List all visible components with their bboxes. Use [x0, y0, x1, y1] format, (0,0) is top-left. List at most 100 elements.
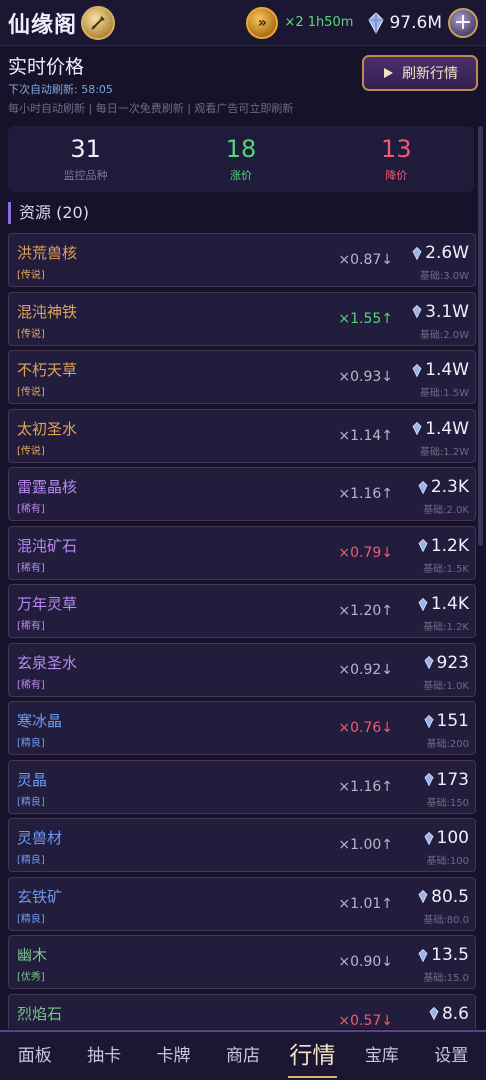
item-tier: [传说] — [17, 270, 45, 281]
refresh-market-label: 刷新行情 — [402, 66, 458, 82]
list-item[interactable]: 玄泉圣水 [稀有] ×0.92↓ 923 基础:1.0K — [8, 642, 476, 697]
refresh-market-button[interactable]: 刷新行情 — [362, 55, 478, 91]
item-multiplier: ×1.14↑ — [338, 427, 393, 444]
nav-tab[interactable]: 卡牌 — [139, 1032, 208, 1080]
item-price-value: 2.3K — [430, 477, 469, 497]
item-price: 3.1W — [412, 302, 469, 322]
item-price-value: 100 — [436, 828, 469, 848]
item-tier: [精良] — [17, 855, 45, 866]
nav-tab[interactable]: 面板 — [0, 1032, 69, 1080]
item-base-price: 基础:2.0W — [419, 329, 469, 341]
item-name: 灵兽材 — [17, 829, 63, 847]
item-price: 100 — [424, 828, 469, 848]
item-base-price: 基础:1.5K — [423, 563, 469, 575]
nav-tab[interactable]: 设置 — [417, 1032, 486, 1080]
list-item[interactable]: 混沌矿石 [稀有] ×0.79↓ 1.2K 基础:1.5K — [8, 525, 476, 580]
list-item[interactable]: 万年灵草 [稀有] ×1.20↑ 1.4K 基础:1.2K — [8, 584, 476, 638]
stat-monitored: 31 监控品种 — [8, 126, 163, 192]
item-price-value: 1.2K — [430, 535, 469, 556]
item-multiplier: ×0.76↓ — [338, 720, 393, 736]
stat-falling: 13 降价 — [319, 126, 474, 192]
item-name: 寒冰晶 — [17, 712, 63, 730]
item-multiplier: ×1.01↑ — [338, 895, 393, 912]
add-gems-button[interactable]: + — [448, 7, 478, 38]
item-name: 烈焰石 — [17, 1004, 63, 1023]
list-item[interactable]: 灵兽材 [精良] ×1.00↑ 100 基础:100 — [8, 818, 476, 872]
item-price-value: 80.5 — [431, 886, 469, 907]
list-item[interactable]: 幽木 [优秀] ×0.90↓ 13.5 基础:15.0 — [8, 935, 476, 989]
item-tier: [精良] — [17, 913, 45, 925]
item-price: 1.2K — [418, 536, 469, 556]
item-price: 2.3K — [418, 477, 469, 497]
sword-emblem-icon[interactable] — [81, 5, 116, 40]
item-base-price: 基础:15.0 — [423, 973, 469, 984]
boost-timer: ×2 1h50m — [284, 15, 354, 30]
item-price-value: 2.6W — [425, 243, 469, 263]
nav-tab[interactable]: 商店 — [208, 1032, 277, 1080]
nav-tab[interactable]: 宝库 — [347, 1032, 416, 1080]
gem-icon — [418, 539, 428, 552]
item-tier: [传说] — [17, 328, 45, 340]
item-tier: [稀有] — [17, 562, 45, 574]
stat-value: 18 — [225, 135, 257, 163]
item-tier: [精良] — [17, 796, 45, 808]
list-item[interactable]: 烈焰石 ×0.57↓ 8.6 — [8, 993, 476, 1029]
item-price: 2.6W — [412, 243, 469, 263]
bottom-nav: 面板 抽卡 卡牌 商店 行情 宝库 设置 — [0, 1030, 486, 1080]
item-price-value: 923 — [436, 652, 469, 673]
item-name: 灵晶 — [17, 770, 48, 789]
gem-icon — [424, 656, 434, 669]
item-base-price: 基础:100 — [426, 856, 469, 867]
realtime-price-title: 实时价格 — [8, 56, 85, 78]
item-tier: [稀有] — [17, 679, 45, 691]
item-price: 8.6 — [429, 1004, 469, 1024]
item-base-price: 基础:1.2K — [423, 622, 469, 633]
nav-tab[interactable]: 抽卡 — [69, 1032, 138, 1080]
stat-rising: 18 涨价 — [163, 126, 318, 192]
list-item[interactable]: 雷霆晶核 [稀有] ×1.16↑ 2.3K 基础:2.0K — [8, 467, 476, 521]
resource-list: 洪荒兽核 [传说] ×0.87↓ 2.6W 基础:3.0W 混沌神铁 [传说] ×1.55↑ 3… — [8, 233, 476, 1029]
list-item[interactable]: 洪荒兽核 [传说] ×0.87↓ 2.6W 基础:3.0W — [8, 233, 476, 287]
list-item[interactable]: 混沌神铁 [传说] ×1.55↑ 3.1W 基础:2.0W — [8, 291, 476, 346]
item-multiplier: ×1.16↑ — [338, 778, 393, 795]
item-name: 混沌神铁 — [17, 302, 78, 321]
item-multiplier: ×0.79↓ — [338, 544, 393, 561]
item-multiplier: ×1.55↑ — [338, 310, 393, 327]
nav-tab[interactable]: 行情 — [278, 1032, 347, 1080]
section-title-resources: 资源 (20) — [8, 202, 89, 224]
item-price: 173 — [424, 770, 469, 790]
gem-icon — [424, 831, 434, 845]
item-multiplier: ×0.57↓ — [338, 1012, 393, 1029]
item-tier: [精良] — [17, 738, 45, 749]
item-price: 151 — [424, 711, 469, 731]
gem-icon — [412, 246, 422, 260]
next-refresh-text: 下次自动刷新: 58:05 — [8, 83, 113, 96]
item-base-price: 基础:2.0K — [423, 505, 469, 516]
gem-icon — [418, 948, 428, 962]
list-item[interactable]: 灵晶 [精良] ×1.16↑ 173 基础:150 — [8, 759, 476, 814]
stat-label: 监控品种 — [63, 169, 108, 182]
gem-icon — [368, 11, 385, 34]
item-price: 923 — [424, 653, 469, 673]
list-item[interactable]: 寒冰晶 [精良] ×0.76↓ 151 基础:200 — [8, 701, 476, 755]
item-tier: [传说] — [17, 445, 45, 457]
item-tier: [传说] — [17, 387, 45, 398]
item-multiplier: ×0.92↓ — [338, 661, 393, 678]
play-icon — [384, 68, 393, 78]
gem-icon — [429, 1007, 439, 1020]
scrollbar[interactable] — [478, 126, 483, 546]
market-stats: 31 监控品种 18 涨价 13 降价 — [8, 126, 474, 192]
item-price-value: 1.4W — [425, 418, 469, 439]
list-item[interactable]: 太初圣水 [传说] ×1.14↑ 1.4W 基础:1.2W — [8, 408, 476, 463]
gem-icon — [424, 714, 434, 728]
item-price: 80.5 — [418, 887, 469, 907]
list-item[interactable]: 不朽天草 [传说] ×0.93↓ 1.4W 基础:1.5W — [8, 350, 476, 404]
item-name: 太初圣水 — [17, 419, 78, 438]
item-base-price: 基础:1.0K — [423, 680, 469, 692]
item-price-value: 1.4W — [425, 360, 469, 380]
item-name: 幽木 — [17, 946, 48, 964]
list-item[interactable]: 玄铁矿 [精良] ×1.01↑ 80.5 基础:80.0 — [8, 876, 476, 931]
fast-forward-icon[interactable]: » — [246, 6, 279, 39]
item-multiplier: ×0.93↓ — [338, 369, 393, 385]
item-base-price: 基础:150 — [426, 797, 469, 809]
